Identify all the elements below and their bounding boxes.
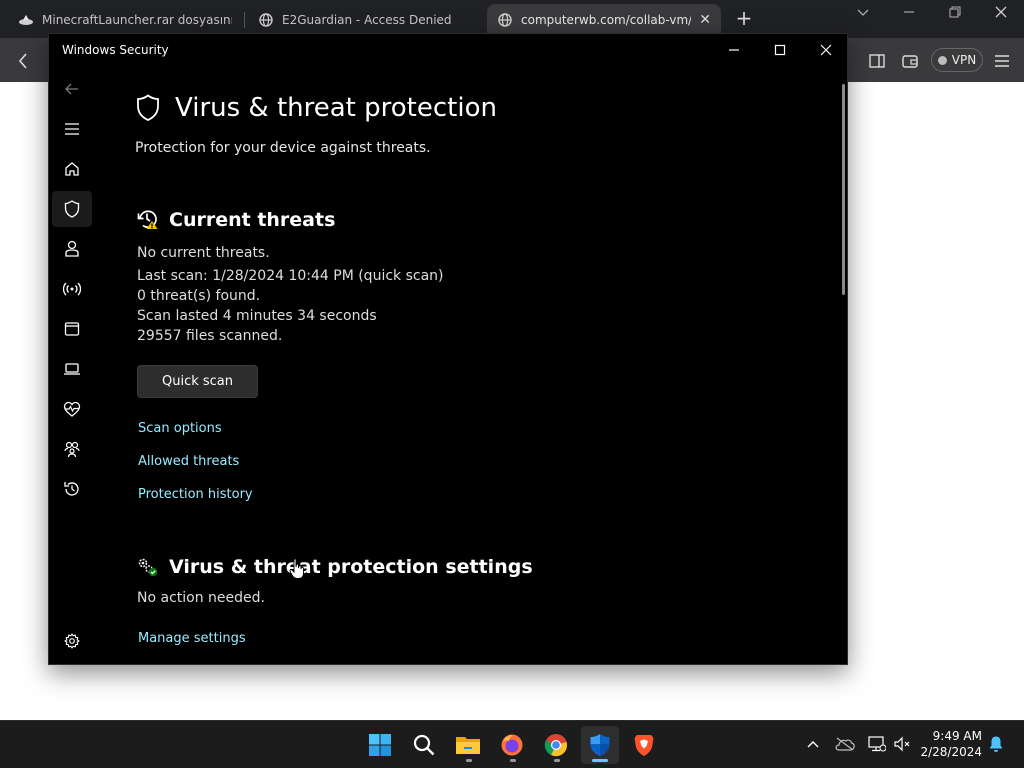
tab-separator [244,12,245,28]
volume-muted-icon[interactable] [892,734,912,754]
browser-tab-minecraft[interactable]: MinecraftLauncher.rar dosyasını indi [8,4,242,36]
browser-minimize-icon[interactable] [897,6,921,26]
show-hidden-icons-chevron-icon[interactable] [803,734,823,754]
scan-duration: Scan lasted 4 minutes 34 seconds [137,308,377,324]
window-title: Windows Security [62,43,169,57]
settings-gears-check-icon [137,557,159,581]
browser-tab-collabvm[interactable]: computerwb.com/collab-vm/cla ✕ [487,4,721,36]
running-indicator [510,759,516,762]
account-protection-icon[interactable] [52,231,92,267]
shield-icon [136,94,160,126]
threat-status: No current threats. [137,245,270,261]
shield-icon[interactable] [52,191,92,227]
globe-icon [258,12,274,28]
globe-icon [497,12,513,28]
maximize-icon[interactable] [770,40,790,60]
close-icon[interactable] [816,40,836,60]
clock-date: 2/28/2024 [920,745,982,759]
brave-icon[interactable] [625,726,663,764]
hamburger-menu-icon[interactable] [52,111,92,147]
clock-time: 9:49 AM [932,729,982,743]
sidebar-toggle-icon[interactable] [866,50,888,72]
threat-scan-warning-icon [137,208,159,234]
vpn-label: VPN [951,53,977,67]
windows-security-window: Windows Security Virus & threat protecti… [48,33,848,665]
last-scan-info: Last scan: 1/28/2024 10:44 PM (quick sca… [137,268,444,284]
page-title: Virus & threat protection [175,93,497,123]
hand-cursor-icon [289,558,305,584]
threats-found: 0 threat(s) found. [137,288,261,304]
active-app-indicator [592,759,608,762]
back-arrow-icon[interactable] [52,71,92,107]
new-tab-button[interactable]: + [735,8,753,30]
protection-settings-heading: Virus & threat protection settings [169,556,533,578]
quick-scan-button[interactable]: Quick scan [137,365,258,398]
notification-bell-icon[interactable] [986,734,1006,754]
taskbar-clock[interactable]: 9:49 AM 2/28/2024 [910,728,982,760]
network-ethernet-icon[interactable] [867,734,887,754]
files-scanned: 29557 files scanned. [137,328,283,344]
close-tab-icon[interactable]: ✕ [699,12,711,28]
vpn-button[interactable]: VPN [931,48,983,72]
running-indicator [554,759,560,762]
page-subtitle: Protection for your device against threa… [135,140,431,156]
browser-tab-e2guardian[interactable]: E2Guardian - Access Denied [248,4,484,36]
browser-close-icon[interactable] [989,6,1013,26]
download-icon [18,12,34,28]
home-icon[interactable] [52,151,92,187]
browser-restore-icon[interactable] [943,6,967,26]
vpn-status-icon [937,55,947,65]
back-icon[interactable] [12,50,34,72]
settings-gear-icon[interactable] [52,623,92,659]
protection-history-icon[interactable] [52,471,92,507]
running-indicator [466,759,472,762]
onedrive-offline-icon[interactable] [835,734,855,754]
tab-title: computerwb.com/collab-vm/cla [521,13,692,27]
scan-options-link[interactable]: Scan options [138,421,222,436]
tab-title: MinecraftLauncher.rar dosyasını indi [42,13,232,27]
family-options-icon[interactable] [52,431,92,467]
allowed-threats-link[interactable]: Allowed threats [138,454,239,469]
protection-history-link[interactable]: Protection history [138,487,253,502]
browser-menu-icon[interactable] [991,50,1013,72]
device-performance-icon[interactable] [52,391,92,427]
tab-search-chevron-icon[interactable] [851,6,875,26]
device-security-icon[interactable] [52,351,92,387]
settings-status: No action needed. [137,590,265,606]
app-browser-control-icon[interactable] [52,311,92,347]
scrollbar-thumb[interactable] [842,84,845,295]
search-icon[interactable] [405,726,443,764]
start-windows-icon[interactable] [361,726,399,764]
minimize-icon[interactable] [724,40,744,60]
current-threats-heading: Current threats [169,209,336,231]
manage-settings-link[interactable]: Manage settings [138,631,246,646]
wallet-icon[interactable] [899,50,921,72]
tab-title: E2Guardian - Access Denied [282,13,452,27]
firewall-network-icon[interactable] [52,271,92,307]
